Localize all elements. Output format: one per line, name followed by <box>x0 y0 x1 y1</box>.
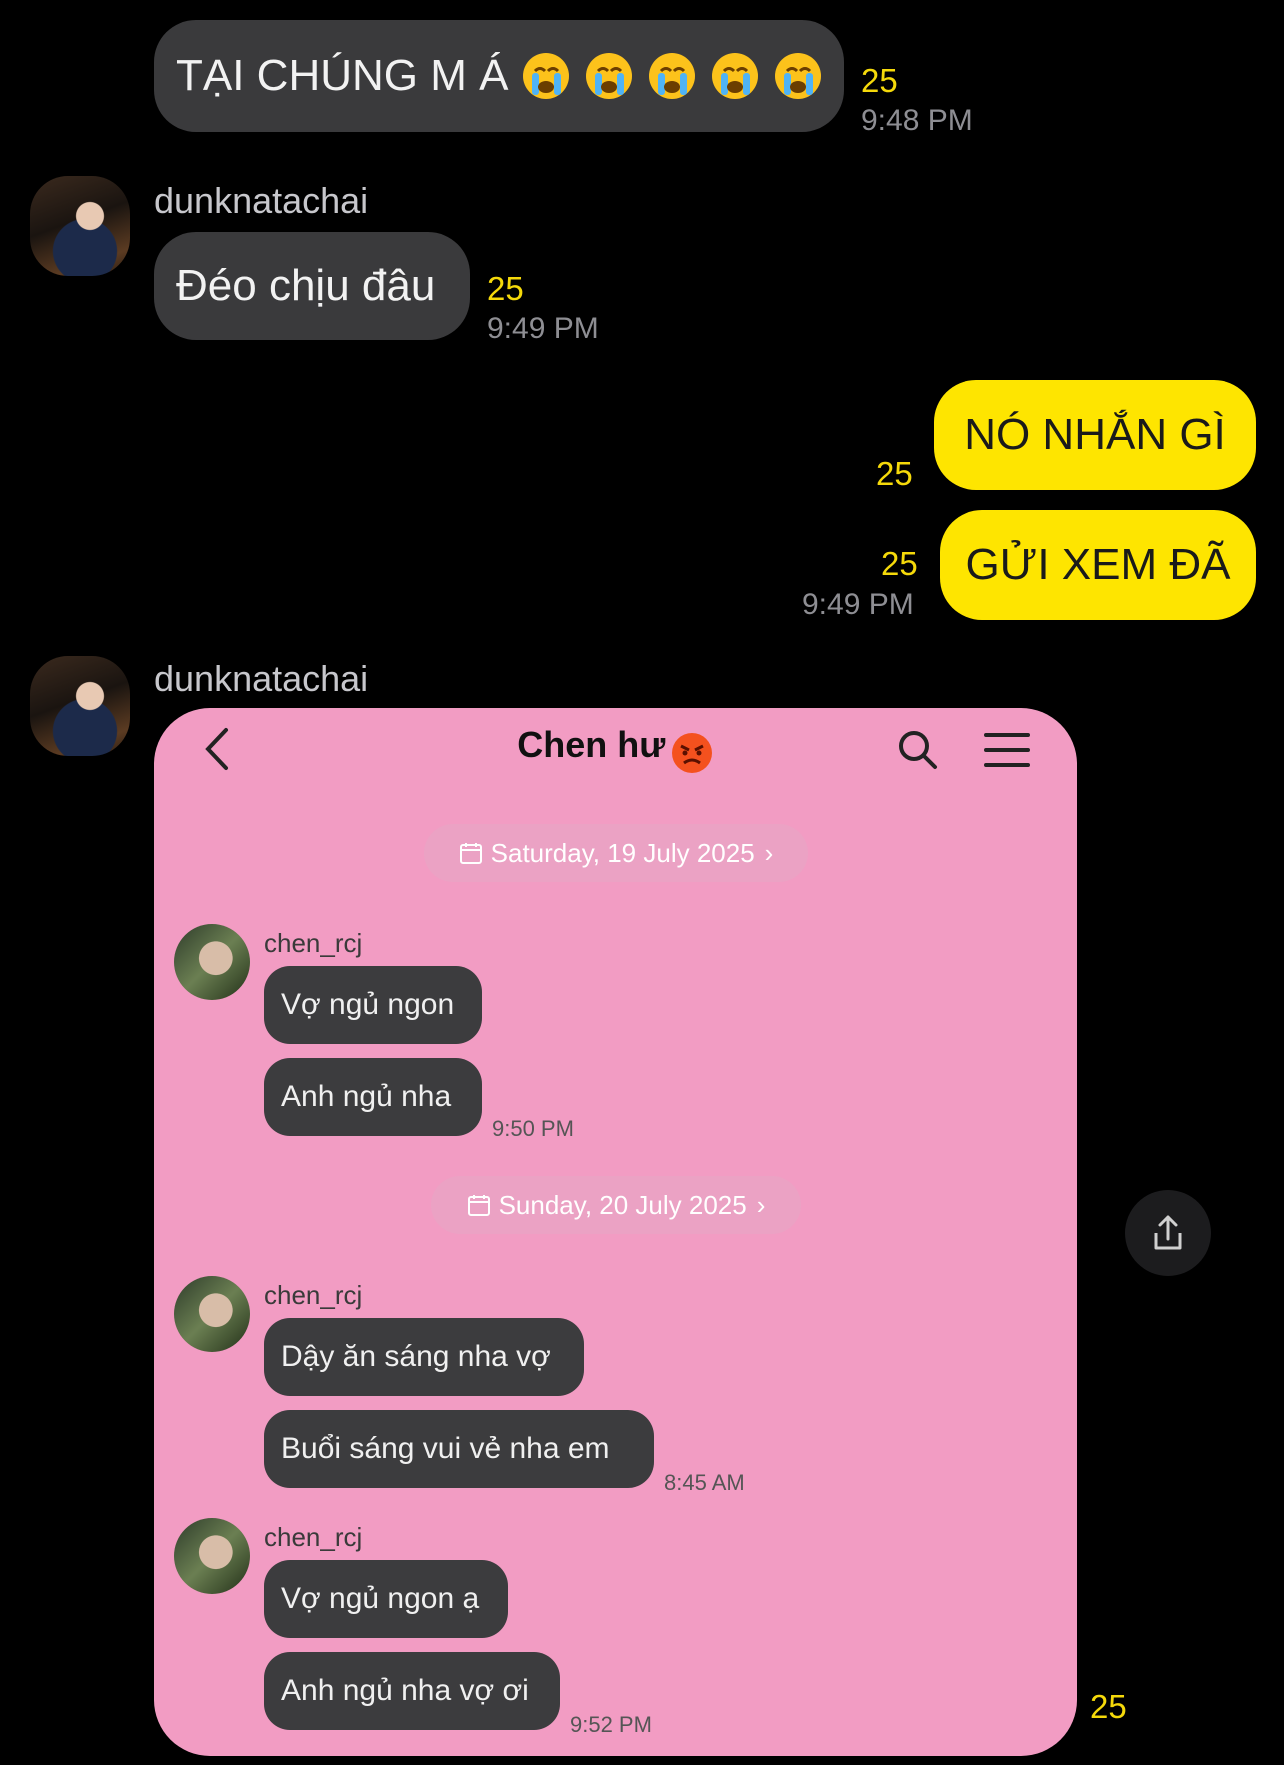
crying-face-icon <box>712 53 759 99</box>
search-icon <box>899 731 937 769</box>
message-text: Vợ ngủ ngon ạ <box>281 1582 480 1615</box>
message-bubble-outgoing[interactable]: NÓ NHẮN GÌ <box>934 380 1256 490</box>
crying-face-icon <box>649 53 696 99</box>
message-time: 9:48 PM <box>861 104 973 137</box>
message-text: Anh ngủ nha vợ ơi <box>281 1674 529 1707</box>
date-divider: Saturday, 19 July 2025 › <box>424 824 808 882</box>
message-time: 9:50 PM <box>492 1116 574 1141</box>
crying-face-icon <box>523 53 570 99</box>
message-text: Anh ngủ nha <box>281 1080 452 1113</box>
message-text: Buổi sáng vui vẻ nha em <box>281 1432 610 1465</box>
sender-name: chen_rcj <box>264 1522 363 1552</box>
sender-name: dunknatachai <box>154 180 369 221</box>
share-button[interactable] <box>1125 1190 1211 1276</box>
sender-name: chen_rcj <box>264 928 363 958</box>
unread-count: 25 <box>487 270 524 307</box>
unread-count: 25 <box>881 545 918 582</box>
date-label: Sunday, 20 July 2025 <box>498 1189 747 1220</box>
shared-screenshot-image[interactable]: Chen hư Saturday, 19 July 2025 › chen_rc… <box>154 708 1077 1756</box>
message-text: Vợ ngủ ngon <box>281 988 455 1021</box>
message-text: Dậy ăn sáng nha vợ <box>281 1340 551 1373</box>
message-bubble: Vợ ngủ ngon ạ <box>264 1560 508 1638</box>
sender-name: dunknatachai <box>154 658 369 699</box>
calendar-icon <box>459 843 482 864</box>
unread-count: 25 <box>861 62 898 99</box>
chevron-right-icon: › <box>764 837 774 868</box>
message-bubble: Anh ngủ nha <box>264 1058 482 1136</box>
message-bubble-outgoing[interactable]: GỬI XEM ĐÃ <box>940 510 1256 620</box>
chevron-right-icon: › <box>756 1189 766 1220</box>
calendar-icon <box>467 1195 490 1216</box>
message-bubble[interactable]: Đéo chịu đâu <box>154 232 470 340</box>
share-icon <box>1154 1215 1182 1250</box>
chat-title: Chen hư <box>517 724 666 765</box>
message-bubble: Dậy ăn sáng nha vợ <box>264 1318 584 1396</box>
message-time: 8:45 AM <box>664 1470 745 1495</box>
crying-face-icon <box>775 53 822 99</box>
unread-count: 25 <box>1090 1688 1127 1725</box>
message-bubble: Vợ ngủ ngon <box>264 966 482 1044</box>
avatar <box>174 924 250 1000</box>
message-bubble[interactable]: TẠI CHÚNG M Á <box>154 20 844 132</box>
unread-count: 25 <box>876 455 913 492</box>
message-bubble: Buổi sáng vui vẻ nha em <box>264 1410 654 1488</box>
message-time: 9:49 PM <box>487 312 599 345</box>
date-divider: Sunday, 20 July 2025 › <box>431 1176 801 1234</box>
avatar[interactable] <box>30 176 130 276</box>
crying-face-icon <box>586 53 633 99</box>
message-time: 9:49 PM <box>802 588 914 621</box>
avatar <box>174 1518 250 1594</box>
message-text: Đéo chịu đâu <box>176 261 436 310</box>
menu-icon <box>984 733 1030 767</box>
message-text: NÓ NHẮN GÌ <box>964 410 1226 459</box>
date-label: Saturday, 19 July 2025 <box>490 837 755 868</box>
angry-face-icon <box>671 732 712 773</box>
message-text: GỬI XEM ĐÃ <box>965 540 1231 589</box>
message-time: 9:52 PM <box>570 1712 652 1737</box>
message-text: TẠI CHÚNG M Á <box>176 51 509 100</box>
avatar <box>174 1276 250 1352</box>
message-bubble: Anh ngủ nha vợ ơi <box>264 1652 560 1730</box>
avatar[interactable] <box>30 656 130 756</box>
sender-name: chen_rcj <box>264 1280 363 1310</box>
